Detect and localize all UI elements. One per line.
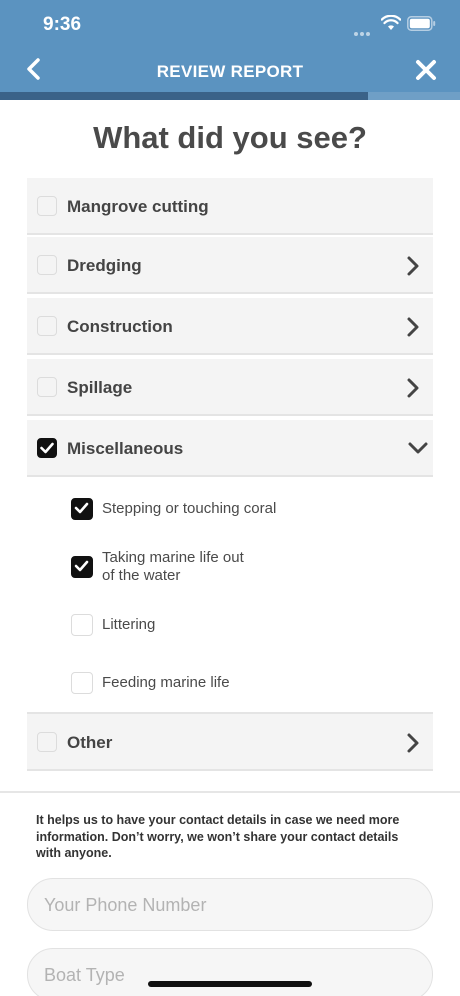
wifi-icon [381, 15, 401, 30]
phone-number-field[interactable] [27, 878, 433, 931]
status-bar: 9:36 [0, 0, 460, 46]
chevron-right-icon[interactable] [405, 255, 421, 277]
close-icon[interactable] [412, 56, 440, 84]
category-label: Miscellaneous [67, 439, 184, 458]
category-label: Construction [67, 317, 173, 336]
page-title: What did you see? [93, 120, 367, 155]
contact-help-text: It helps us to have your contact details… [36, 813, 400, 860]
app-header: 9:36 REVIEW REPORT [0, 0, 460, 92]
nav-title: REVIEW REPORT [156, 62, 304, 81]
subitem-label: Feeding marine life [102, 674, 230, 691]
checkbox[interactable] [37, 316, 57, 336]
category-label: Mangrove cutting [67, 197, 209, 216]
checkbox[interactable] [71, 672, 93, 694]
category-row-other[interactable]: Other [27, 712, 433, 771]
subitem-label: Littering [102, 616, 156, 633]
category-label: Dredging [67, 256, 142, 275]
category-row-miscellaneous[interactable]: Miscellaneous [27, 420, 433, 477]
signal-dots-icon [354, 23, 376, 36]
checkbox-checked[interactable] [37, 438, 57, 458]
category-row-dredging[interactable]: Dredging [27, 237, 433, 294]
checkbox-checked[interactable] [71, 556, 93, 578]
checkbox[interactable] [37, 732, 57, 752]
battery-icon [407, 16, 436, 31]
checkmark-icon [40, 442, 54, 454]
nav-bar: REVIEW REPORT [0, 46, 460, 92]
checkbox[interactable] [37, 255, 57, 275]
checkbox[interactable] [37, 377, 57, 397]
subitem-label: Taking marine life out of the water [102, 549, 244, 584]
subitem-label: Stepping or touching coral [102, 500, 277, 517]
progress-bar [0, 92, 460, 100]
checkmark-icon [74, 560, 89, 572]
chevron-right-icon[interactable] [405, 377, 421, 399]
category-row-spillage[interactable]: Spillage [27, 359, 433, 416]
category-row-construction[interactable]: Construction [27, 298, 433, 355]
home-indicator [148, 981, 312, 987]
checkbox[interactable] [71, 614, 93, 636]
status-time: 9:36 [43, 14, 82, 35]
checkbox[interactable] [37, 196, 57, 216]
chevron-down-icon[interactable] [407, 439, 429, 457]
section-divider [0, 791, 460, 793]
checkbox-checked[interactable] [71, 498, 93, 520]
boat-type-field[interactable] [27, 948, 433, 996]
category-row-mangrove-cutting[interactable]: Mangrove cutting [27, 178, 433, 235]
progress-fill [0, 92, 368, 100]
category-label: Spillage [67, 378, 133, 397]
chevron-right-icon[interactable] [405, 732, 421, 754]
category-label: Other [67, 733, 113, 752]
phone-number-input[interactable] [44, 891, 414, 919]
checkmark-icon [74, 502, 89, 514]
chevron-right-icon[interactable] [405, 316, 421, 338]
